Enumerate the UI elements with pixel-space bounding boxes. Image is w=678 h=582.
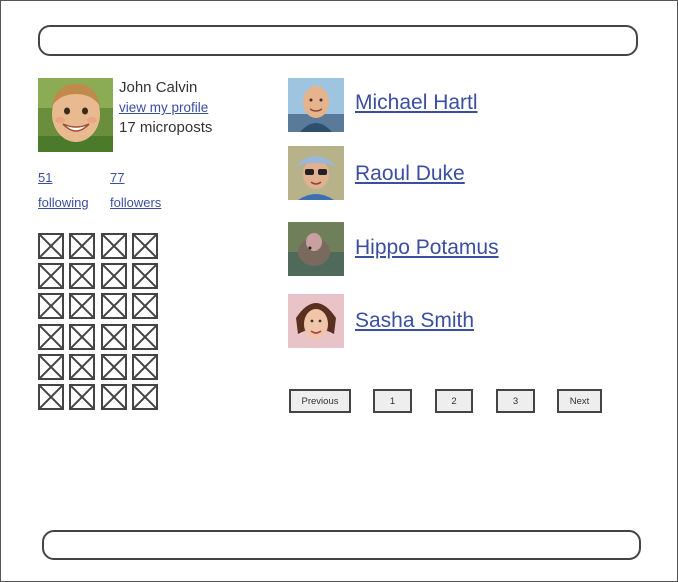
image-placeholder[interactable] — [101, 324, 127, 350]
following-label: following — [38, 195, 89, 210]
view-profile-link[interactable]: view my profile — [119, 100, 208, 115]
image-placeholder[interactable] — [69, 293, 95, 319]
followers-label: followers — [110, 195, 162, 210]
footer-bar — [42, 530, 641, 560]
previous-page-button[interactable]: Previous — [289, 389, 351, 413]
user-avatar — [38, 78, 113, 152]
image-placeholder[interactable] — [69, 324, 95, 350]
image-placeholder[interactable] — [132, 293, 158, 319]
page-2-button[interactable]: 2 — [435, 389, 473, 413]
image-placeholder[interactable] — [132, 354, 158, 380]
followers-count: 77 — [110, 170, 125, 185]
user-link[interactable]: Raoul Duke — [355, 162, 465, 186]
image-placeholder[interactable] — [69, 263, 95, 289]
image-placeholder[interactable] — [69, 354, 95, 380]
next-page-button[interactable]: Next — [557, 389, 602, 413]
page-3-button[interactable]: 3 — [496, 389, 535, 413]
user-avatar — [288, 146, 344, 200]
image-placeholder[interactable] — [38, 293, 64, 319]
image-placeholder[interactable] — [101, 293, 127, 319]
image-placeholder[interactable] — [69, 233, 95, 259]
image-placeholder[interactable] — [101, 263, 127, 289]
user-link[interactable]: Sasha Smith — [355, 309, 474, 333]
image-placeholder[interactable] — [38, 354, 64, 380]
image-placeholder[interactable] — [38, 384, 64, 410]
image-placeholder[interactable] — [101, 233, 127, 259]
micropost-count: 17 microposts — [119, 119, 213, 136]
user-avatar — [288, 294, 344, 348]
image-placeholder[interactable] — [38, 233, 64, 259]
followers-stat-link[interactable]: 77 followers — [110, 165, 161, 215]
image-placeholder[interactable] — [132, 384, 158, 410]
page-1-button[interactable]: 1 — [373, 389, 412, 413]
header-bar — [38, 25, 638, 56]
image-placeholder[interactable] — [132, 263, 158, 289]
user-link[interactable]: Michael Hartl — [355, 91, 478, 115]
image-placeholder[interactable] — [38, 324, 64, 350]
user-link[interactable]: Hippo Potamus — [355, 236, 499, 260]
image-placeholder[interactable] — [101, 354, 127, 380]
image-placeholder[interactable] — [101, 384, 127, 410]
image-placeholder[interactable] — [132, 324, 158, 350]
image-placeholder[interactable] — [69, 384, 95, 410]
user-avatar — [288, 78, 344, 132]
following-stat-link[interactable]: 51 following — [38, 165, 89, 215]
user-name: John Calvin — [119, 79, 198, 96]
user-avatar — [288, 222, 344, 276]
image-placeholder[interactable] — [38, 263, 64, 289]
image-placeholder[interactable] — [132, 233, 158, 259]
following-count: 51 — [38, 170, 53, 185]
